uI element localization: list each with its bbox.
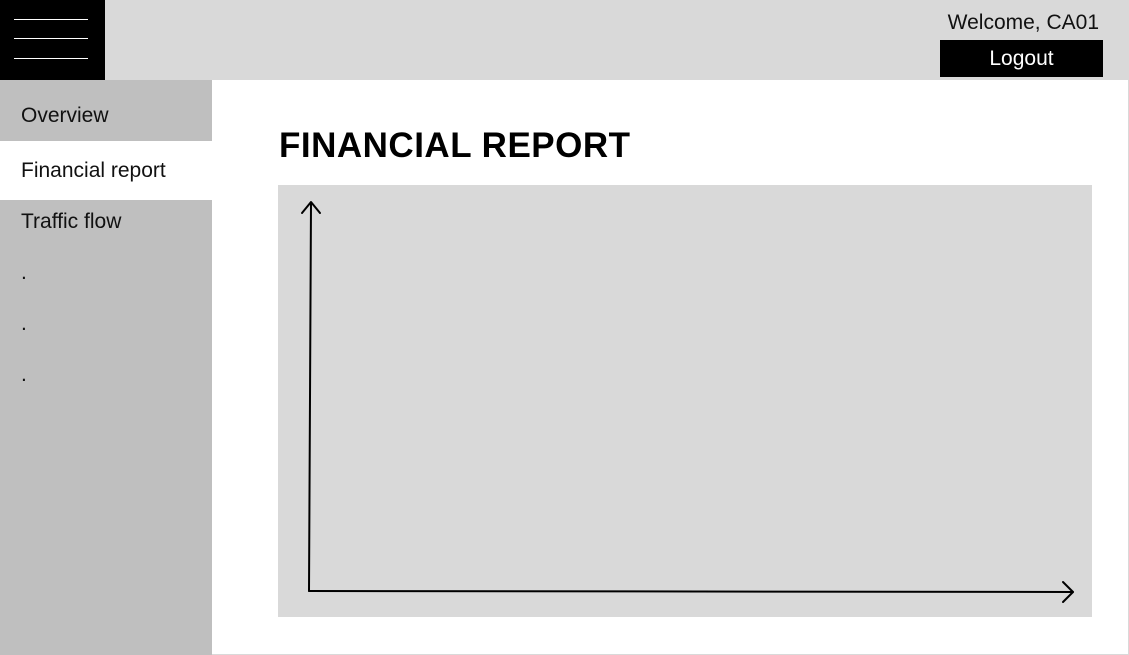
top-bar: Welcome, CA01 Logout <box>0 0 1129 80</box>
chart-axes <box>301 201 1074 603</box>
x-axis-line <box>308 590 1074 593</box>
y-axis-line <box>308 202 312 592</box>
sidebar-placeholder-item: . <box>21 261 27 284</box>
page-title: FINANCIAL REPORT <box>279 126 631 165</box>
menu-line <box>14 19 88 20</box>
sidebar-item-traffic-flow[interactable]: Traffic flow <box>0 196 212 247</box>
sidebar-placeholder-item: . <box>21 312 27 335</box>
chart-placeholder <box>278 185 1092 617</box>
sidebar: Overview Financial report Traffic flow .… <box>0 80 212 655</box>
sidebar-item-overview[interactable]: Overview <box>0 90 212 141</box>
sidebar-item-label: Overview <box>21 104 109 127</box>
sidebar-placeholder-item: . <box>21 363 27 386</box>
menu-line <box>14 38 88 39</box>
welcome-text: Welcome, CA01 <box>947 11 1099 34</box>
app-window: Welcome, CA01 Logout Overview Financial … <box>0 0 1129 655</box>
sidebar-item-financial-report[interactable]: Financial report <box>0 141 212 200</box>
sidebar-item-label: Financial report <box>21 159 166 182</box>
logout-button[interactable]: Logout <box>940 40 1103 77</box>
sidebar-item-label: Traffic flow <box>21 210 122 233</box>
hamburger-menu-icon[interactable] <box>0 0 105 80</box>
menu-line <box>14 58 88 59</box>
